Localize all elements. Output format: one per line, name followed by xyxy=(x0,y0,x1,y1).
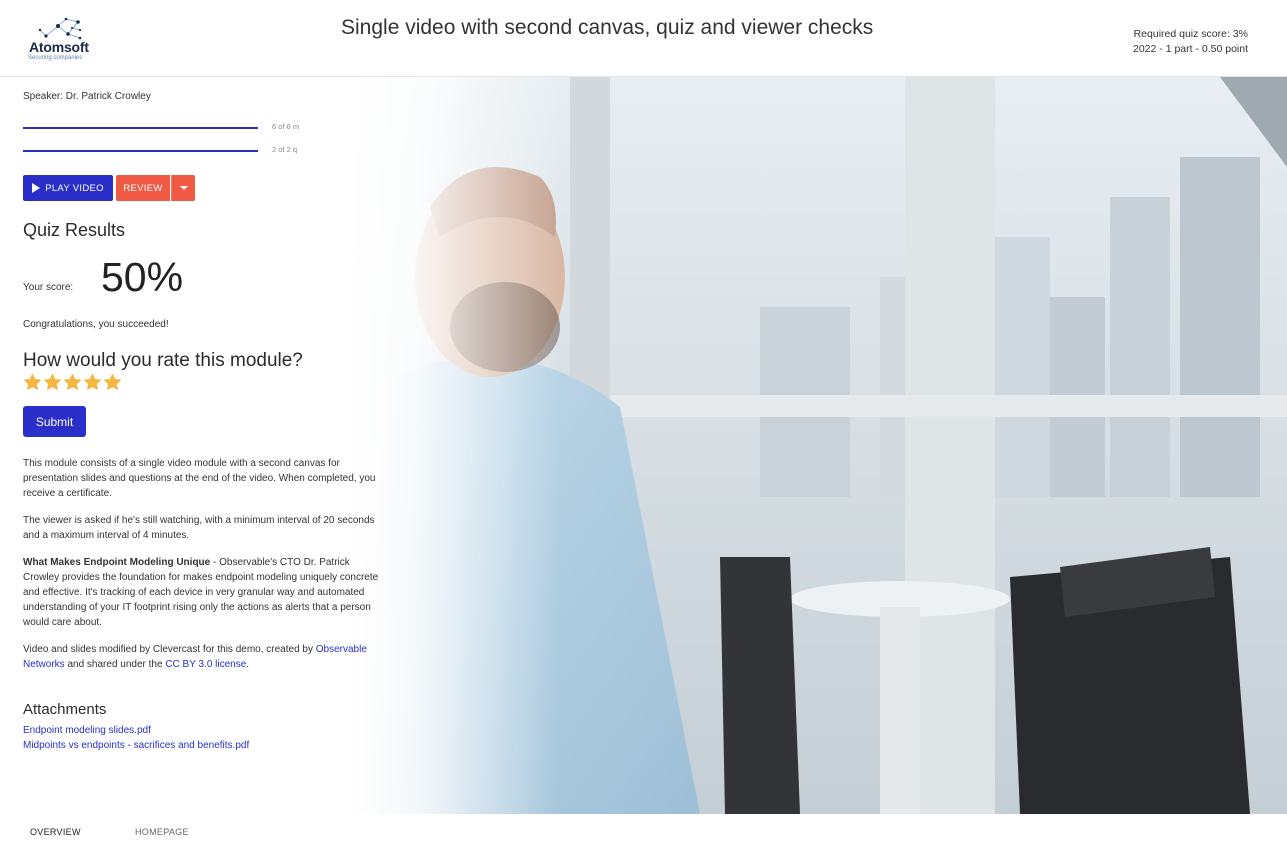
bottom-tabs: OVERVIEW HOMEPAGE xyxy=(0,814,1287,841)
success-message: Congratulations, you succeeded! xyxy=(23,319,169,330)
credits-text-b: and shared under the xyxy=(64,659,166,670)
play-icon xyxy=(32,183,41,193)
star-rating xyxy=(23,373,122,392)
play-video-label: PLAY VIDEO xyxy=(45,182,104,194)
submit-rating-button[interactable]: Submit xyxy=(23,406,86,437)
star-icon[interactable] xyxy=(23,373,42,392)
credits-text-c: . xyxy=(246,659,250,670)
video-progress-text: 6 of 6 m xyxy=(272,122,300,131)
attachments-heading: Attachments xyxy=(23,701,107,718)
quiz-progress-track xyxy=(23,150,258,152)
description-paragraph-3: What Makes Endpoint Modeling Unique - Ob… xyxy=(23,555,388,630)
company-logo[interactable]: Atomsoft Securing companies xyxy=(26,16,96,62)
quiz-progress-text: 2 of 2 q xyxy=(272,145,298,154)
quiz-results-heading: Quiz Results xyxy=(23,220,126,240)
review-button[interactable]: REVIEW xyxy=(116,175,170,201)
rating-heading: How would you rate this module? xyxy=(23,350,303,371)
credits-paragraph: Video and slides modified by Clevercast … xyxy=(23,642,388,672)
chevron-down-icon xyxy=(179,186,188,190)
description-emphasis: What Makes Endpoint Modeling Unique xyxy=(23,557,211,568)
page-title: Single video with second canvas, quiz an… xyxy=(341,16,874,39)
star-icon[interactable] xyxy=(63,373,82,392)
quiz-progress-fill xyxy=(23,150,258,152)
required-score-text: Required quiz score: 3% xyxy=(1133,28,1248,40)
attachment-link[interactable]: Endpoint modeling slides.pdf xyxy=(23,725,151,736)
attachment-link[interactable]: Midpoints vs endpoints - sacrifices and … xyxy=(23,740,249,751)
video-progress: 6 of 6 m xyxy=(23,122,343,134)
speaker-label: Speaker: Dr. Patrick Crowley xyxy=(23,91,151,102)
play-video-button[interactable]: PLAY VIDEO xyxy=(23,175,113,201)
credits-text-a: Video and slides modified by Clevercast … xyxy=(23,644,316,655)
score-value: 50% xyxy=(101,254,184,300)
video-progress-track xyxy=(23,127,258,129)
star-icon[interactable] xyxy=(103,373,122,392)
description-paragraph-1: This module consists of a single video m… xyxy=(23,458,376,499)
points-text: 2022 - 1 part - 0.50 point xyxy=(1133,43,1248,55)
star-icon[interactable] xyxy=(83,373,102,392)
logo-name: Atomsoft xyxy=(29,39,89,55)
quiz-progress: 2 of 2 q xyxy=(23,145,343,157)
module-meta: Required quiz score: 3% 2022 - 1 part - … xyxy=(1133,27,1248,57)
logo-tagline: Securing companies xyxy=(28,55,83,61)
tab-homepage[interactable]: HOMEPAGE xyxy=(135,827,189,837)
score-label: Your score: xyxy=(23,282,74,293)
star-icon[interactable] xyxy=(43,373,62,392)
page-header: Atomsoft Securing companies Single video… xyxy=(0,0,1287,77)
tab-overview[interactable]: OVERVIEW xyxy=(30,827,81,837)
review-dropdown-button[interactable] xyxy=(171,175,195,201)
license-link[interactable]: CC BY 3.0 license xyxy=(165,659,246,670)
video-progress-fill xyxy=(23,127,258,129)
description-paragraph-2: The viewer is asked if he's still watchi… xyxy=(23,515,375,541)
